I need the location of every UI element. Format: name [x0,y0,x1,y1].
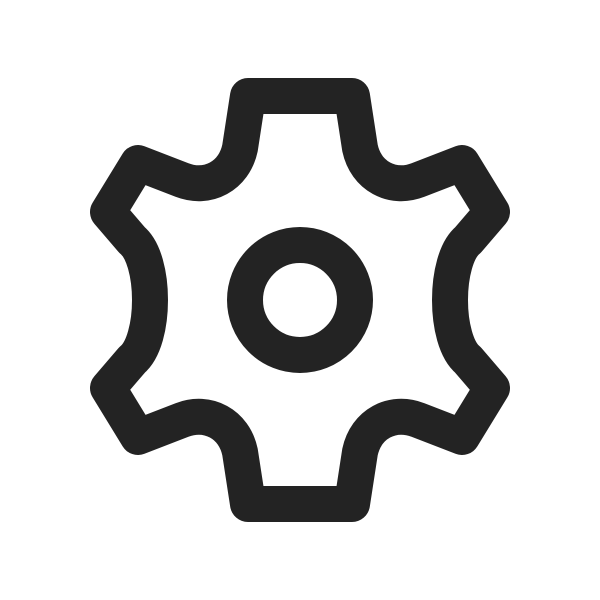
gear-icon [90,78,510,522]
gear-center-ring [227,227,373,373]
icon-canvas [0,0,600,600]
gear-outline [90,78,510,522]
